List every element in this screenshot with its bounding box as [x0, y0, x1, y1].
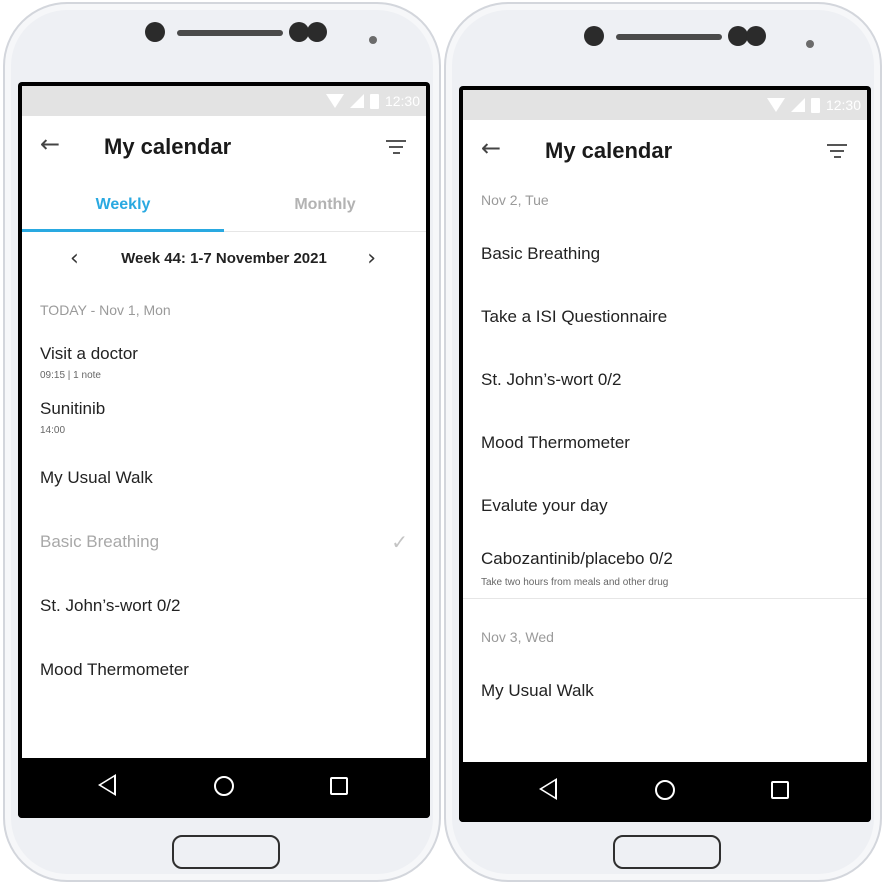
item-title: Mood Thermometer	[40, 660, 189, 679]
page-title: My calendar	[104, 134, 232, 159]
app-bar: ← My calendar	[22, 116, 426, 178]
list-item[interactable]: Visit a doctor 09:15 | 1 note	[22, 344, 426, 381]
nav-recents-icon[interactable]	[330, 777, 348, 795]
item-title: Mood Thermometer	[481, 433, 630, 452]
camera-icon	[584, 26, 604, 46]
app-content: ← My calendar Weekly Monthly ‹ Week 44: …	[22, 116, 426, 758]
nav-back-icon[interactable]	[98, 774, 116, 796]
status-bar: 12:30	[22, 86, 426, 116]
list-item[interactable]: Mood Thermometer	[22, 660, 426, 680]
system-nav-bar	[459, 762, 871, 822]
arrow-left-icon[interactable]: ←	[481, 134, 501, 162]
screen: 12:30 ← My calendar Weekly Monthly ‹ Wee…	[18, 82, 430, 818]
list-item[interactable]: St. John’s-wort 0/2	[463, 370, 867, 390]
check-icon: ✓	[391, 530, 408, 554]
app-bar: ← My calendar	[463, 120, 867, 182]
wifi-icon	[325, 94, 344, 108]
item-meta: 14:00	[40, 425, 66, 436]
speaker-grille	[177, 30, 283, 36]
item-title: Take a ISI Questionnaire	[481, 307, 668, 326]
divider	[463, 598, 867, 599]
item-meta: Take two hours from meals and other drug	[481, 577, 669, 588]
speaker-grille	[616, 34, 722, 40]
arrow-left-icon[interactable]: ←	[40, 130, 60, 158]
list-item[interactable]: Take a ISI Questionnaire	[463, 307, 867, 327]
stage: 12:30 ← My calendar Weekly Monthly ‹ Wee…	[0, 0, 883, 884]
battery-icon	[810, 97, 820, 113]
section-header-date: Nov 3, Wed	[481, 629, 554, 645]
nav-back-icon[interactable]	[539, 778, 557, 800]
tab-monthly[interactable]: Monthly	[224, 196, 426, 214]
hardware-home-button[interactable]	[172, 835, 280, 869]
list-item[interactable]: My Usual Walk	[463, 681, 867, 701]
list-item[interactable]: Evalute your day	[463, 496, 867, 516]
item-title: St. John’s-wort 0/2	[40, 596, 181, 615]
item-title: St. John’s-wort 0/2	[481, 370, 622, 389]
page-title: My calendar	[545, 138, 673, 163]
item-title: My Usual Walk	[481, 681, 594, 700]
item-title: Evalute your day	[481, 496, 608, 515]
filter-icon[interactable]	[827, 144, 847, 162]
sensor-icon	[289, 22, 309, 42]
nav-recents-icon[interactable]	[771, 781, 789, 799]
phone-list-view: 12:30 ← My calendar Nov 2, Tue Basic Bre…	[444, 2, 882, 882]
chevron-right-icon[interactable]: ›	[367, 246, 376, 271]
item-title: Cabozantinib/placebo 0/2	[481, 549, 673, 568]
week-navigator: ‹ Week 44: 1-7 November 2021 ›	[22, 232, 426, 288]
item-title: Sunitinib	[40, 399, 106, 418]
sensor-icon	[728, 26, 748, 46]
list-item[interactable]: St. John’s-wort 0/2	[22, 596, 426, 616]
item-meta: 09:15 | 1 note	[40, 370, 101, 381]
view-tabs: Weekly Monthly	[22, 178, 426, 232]
hardware-home-button[interactable]	[613, 835, 721, 869]
list-item[interactable]: Mood Thermometer	[463, 433, 867, 453]
item-title: Visit a doctor	[40, 344, 138, 363]
proximity-sensor-icon	[806, 40, 814, 48]
signal-icon	[790, 98, 805, 112]
nav-home-icon[interactable]	[214, 776, 234, 796]
sensor-icon	[746, 26, 766, 46]
list-item[interactable]: Sunitinib 14:00	[22, 399, 426, 436]
nav-home-icon[interactable]	[655, 780, 675, 800]
list-item[interactable]: Basic Breathing ✓	[22, 530, 426, 554]
section-header-date: Nov 2, Tue	[481, 192, 549, 208]
filter-icon[interactable]	[386, 140, 406, 158]
status-time: 12:30	[384, 93, 420, 109]
list-item[interactable]: Basic Breathing	[463, 244, 867, 264]
signal-icon	[349, 94, 364, 108]
sensor-icon	[307, 22, 327, 42]
list-item[interactable]: Cabozantinib/placebo 0/2 Take two hours …	[463, 549, 867, 588]
section-header-today: TODAY - Nov 1, Mon	[40, 302, 171, 318]
status-time: 12:30	[825, 97, 861, 113]
camera-icon	[145, 22, 165, 42]
battery-icon	[369, 93, 379, 109]
week-label: Week 44: 1-7 November 2021	[121, 250, 327, 267]
status-bar: 12:30	[463, 90, 867, 120]
list-item[interactable]: My Usual Walk	[22, 468, 426, 488]
item-title: My Usual Walk	[40, 468, 153, 487]
wifi-icon	[766, 98, 785, 112]
proximity-sensor-icon	[369, 36, 377, 44]
system-nav-bar	[18, 758, 430, 818]
item-title: Basic Breathing	[40, 532, 160, 551]
tab-weekly[interactable]: Weekly	[22, 196, 224, 214]
phone-weekly-view: 12:30 ← My calendar Weekly Monthly ‹ Wee…	[3, 2, 441, 882]
item-title: Basic Breathing	[481, 244, 601, 263]
app-content: ← My calendar Nov 2, Tue Basic Breathing…	[463, 120, 867, 762]
screen: 12:30 ← My calendar Nov 2, Tue Basic Bre…	[459, 86, 871, 822]
